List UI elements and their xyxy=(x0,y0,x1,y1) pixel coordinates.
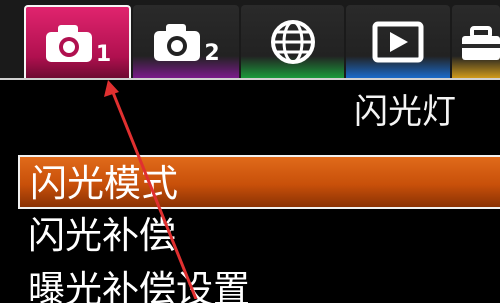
menu-item-flash-mode[interactable]: 闪光模式 xyxy=(18,155,500,209)
tab-network[interactable] xyxy=(241,5,344,78)
tab-playback[interactable] xyxy=(346,5,450,78)
tab-bar: 1 2 xyxy=(0,0,500,78)
play-icon xyxy=(372,21,424,62)
tab-camera-2[interactable]: 2 xyxy=(133,5,239,78)
annotation-arrow-head xyxy=(104,80,119,97)
tab-setup[interactable] xyxy=(452,5,500,78)
tab-number: 2 xyxy=(204,41,220,66)
menu-list: 闪光模式 闪光补偿 曝光补偿设置 xyxy=(0,155,500,303)
page-title: 闪光灯 xyxy=(354,92,456,132)
menu-item-exposure-comp-settings[interactable]: 曝光补偿设置 xyxy=(0,263,500,303)
header-divider xyxy=(0,78,500,80)
toolbox-icon xyxy=(462,25,500,60)
tab-number: 1 xyxy=(95,42,112,67)
globe-icon xyxy=(270,19,315,64)
tab-camera-1[interactable]: 1 xyxy=(24,5,131,78)
menu-item-flash-compensation[interactable]: 闪光补偿 xyxy=(0,209,500,263)
camera-icon xyxy=(45,24,92,62)
camera-icon xyxy=(154,23,201,61)
